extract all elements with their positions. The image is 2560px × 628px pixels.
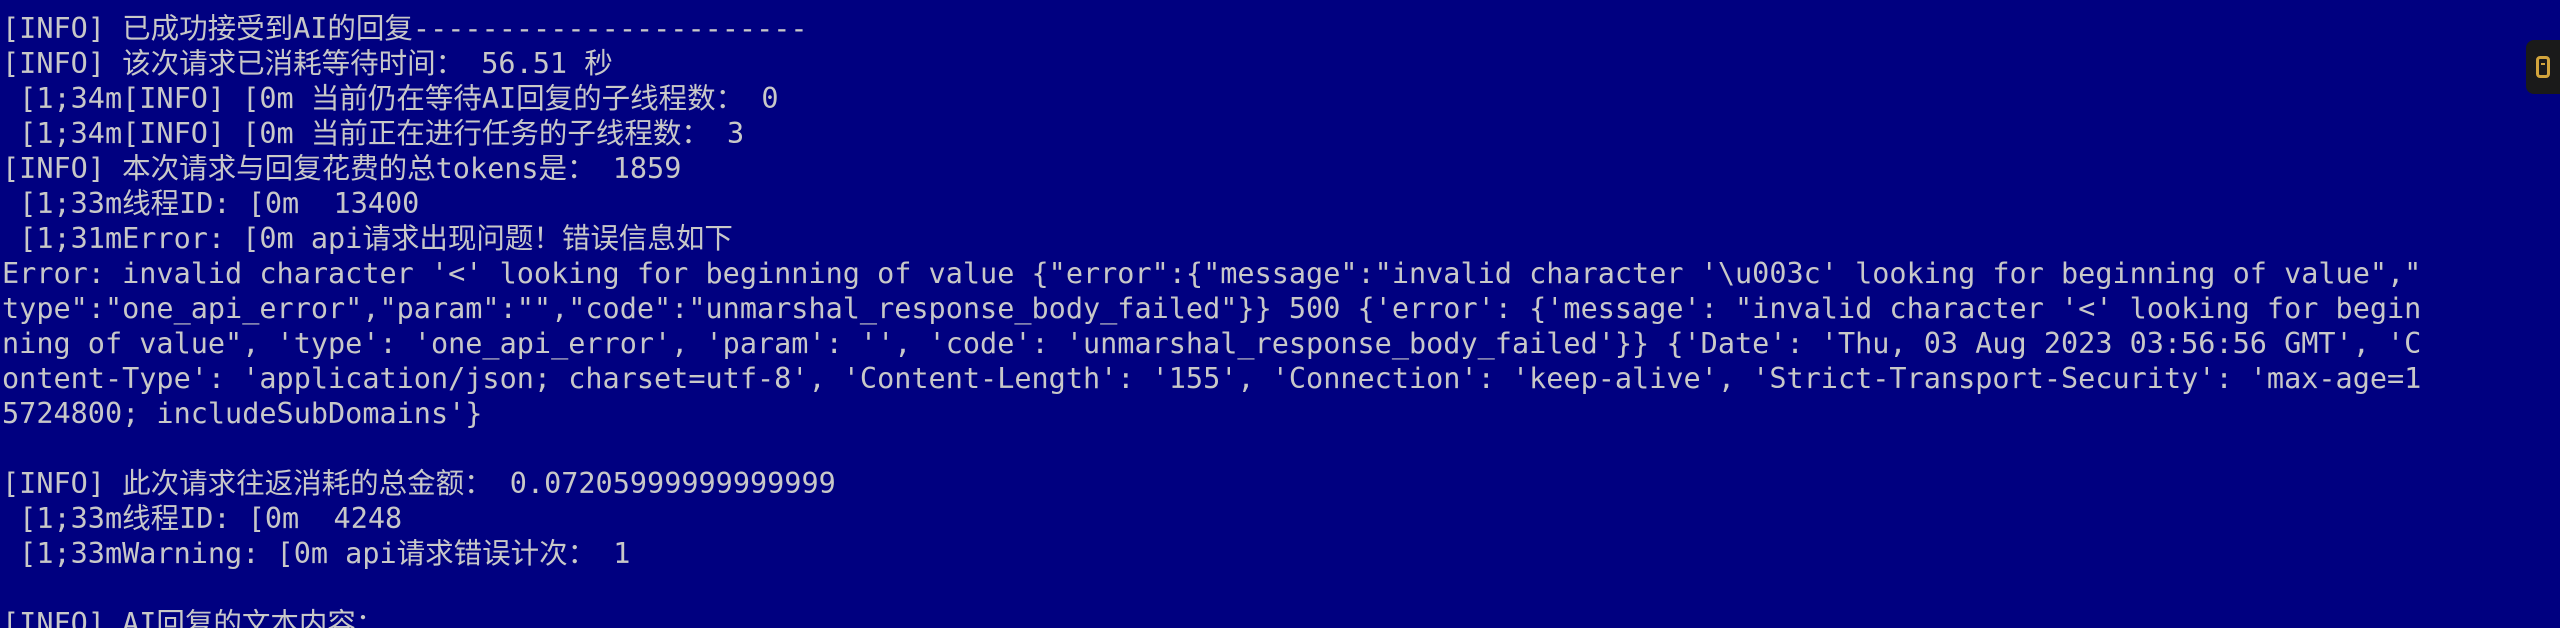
side-tab-button[interactable] bbox=[2526, 40, 2560, 94]
console-line: [INFO] 此次请求往返消耗的总金额： 0.07205999999999999 bbox=[2, 467, 836, 500]
console-line: [INFO] 本次请求与回复花费的总tokens是： 1859 bbox=[2, 152, 682, 185]
console-line: [1;34m[INFO] [0m 当前正在进行任务的子线程数： 3 bbox=[2, 117, 745, 150]
console-line: ontent-Type': 'application/json; charset… bbox=[2, 362, 2422, 395]
console-window[interactable]: [INFO] 已成功接受到AI的回复----------------------… bbox=[0, 0, 2560, 628]
console-output: [INFO] 已成功接受到AI的回复----------------------… bbox=[2, 11, 2534, 628]
console-line: [1;33mWarning: [0m api请求错误计次： 1 bbox=[2, 537, 631, 570]
console-line: ning of value", 'type': 'one_api_error',… bbox=[2, 327, 2422, 360]
window-tab-icon bbox=[2536, 56, 2550, 78]
console-line: [INFO] 该次请求已消耗等待时间： 56.51 秒 bbox=[2, 47, 613, 80]
console-line: 5724800; includeSubDomains'} bbox=[2, 397, 483, 430]
console-line: [INFO] 已成功接受到AI的回复----------------------… bbox=[2, 12, 808, 45]
console-line: [1;34m[INFO] [0m 当前仍在等待AI回复的子线程数： 0 bbox=[2, 82, 779, 115]
console-line: [INFO] AI回复的文本内容： bbox=[2, 607, 385, 628]
console-line: Error: invalid character '<' looking for… bbox=[2, 257, 2422, 290]
console-line: [1;33m线程ID: [0m 13400 bbox=[2, 187, 420, 220]
console-line: type":"one_api_error","param":"","code":… bbox=[2, 292, 2422, 325]
console-line: [1;31mError: [0m api请求出现问题！错误信息如下 bbox=[2, 222, 733, 255]
console-line: [1;33m线程ID: [0m 4248 bbox=[2, 502, 403, 535]
